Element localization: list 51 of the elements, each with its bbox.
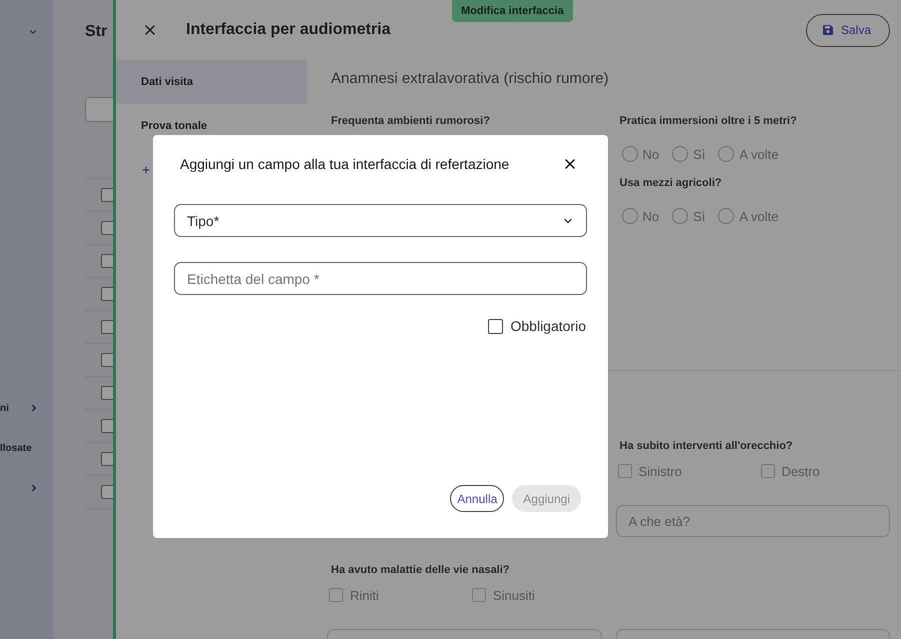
- checkbox[interactable]: [101, 188, 113, 202]
- section-title: Anamnesi extralavorativa (rischio rumore): [330, 69, 610, 89]
- option-label: Sinistro: [638, 464, 682, 478]
- option-label: No: [642, 146, 660, 162]
- pane-title: Str: [85, 22, 108, 42]
- mode-badge: Modifica interfaccia: [452, 0, 573, 22]
- plus-icon[interactable]: [141, 165, 151, 175]
- checkbox[interactable]: [101, 485, 113, 499]
- cancel-button[interactable]: Annulla: [450, 485, 504, 512]
- radio-button[interactable]: [672, 146, 688, 162]
- checkbox[interactable]: [101, 419, 113, 433]
- option-label: A volte: [739, 146, 778, 162]
- save-icon: [822, 25, 833, 35]
- panel-title: Interfaccia per audiometria: [186, 21, 391, 39]
- dialog-title: Aggiungi un campo alla tua interfaccia di refertazione: [180, 155, 510, 173]
- checkbox[interactable]: [101, 452, 113, 466]
- chevron-right-icon[interactable]: [29, 403, 39, 413]
- radio-button[interactable]: [622, 208, 638, 224]
- checkbox[interactable]: [488, 318, 502, 334]
- question-label: Pratica immersioni oltre i 5 metri?: [618, 114, 798, 129]
- checkbox[interactable]: [101, 287, 113, 301]
- caret-icon[interactable]: [28, 27, 38, 37]
- checkbox[interactable]: [101, 254, 113, 268]
- option-label: Sì: [693, 146, 706, 162]
- checkbox[interactable]: [101, 320, 113, 334]
- save-button[interactable]: Salva: [806, 14, 890, 46]
- checkbox[interactable]: [101, 221, 113, 235]
- radio-button[interactable]: [718, 146, 734, 162]
- option-label: No: [642, 208, 660, 224]
- option-label: A volte: [739, 208, 778, 224]
- option-label: Riniti: [350, 588, 379, 602]
- option-label: Sinusiti: [493, 588, 535, 602]
- option-label: Sì: [693, 208, 706, 224]
- checkbox-label: Obbligatorio: [510, 318, 586, 334]
- select-field[interactable]: Tipo*: [174, 204, 587, 237]
- input-field[interactable]: [85, 97, 113, 122]
- radio-button[interactable]: [672, 208, 688, 224]
- question-label: Usa mezzi agricoli?: [618, 176, 723, 191]
- question-label: Frequenta ambienti rumorosi?: [330, 114, 491, 129]
- question-label: Ha subito interventi all'orecchio?: [618, 439, 794, 454]
- radio-button[interactable]: [718, 208, 734, 224]
- input-field[interactable]: Etichetta del campo *: [174, 262, 587, 295]
- question-label: Ha avuto malattie delle vie nasali?: [330, 563, 511, 578]
- menu-item-label[interactable]: llosate: [0, 442, 32, 454]
- option-label: Destro: [782, 464, 820, 478]
- checkbox[interactable]: [101, 386, 113, 400]
- nav-tab[interactable]: Dati visita: [116, 60, 307, 104]
- radio-button[interactable]: [622, 146, 638, 162]
- menu-item-label[interactable]: ni: [0, 402, 9, 414]
- checkbox[interactable]: [101, 353, 113, 367]
- chevron-right-icon[interactable]: [29, 483, 39, 493]
